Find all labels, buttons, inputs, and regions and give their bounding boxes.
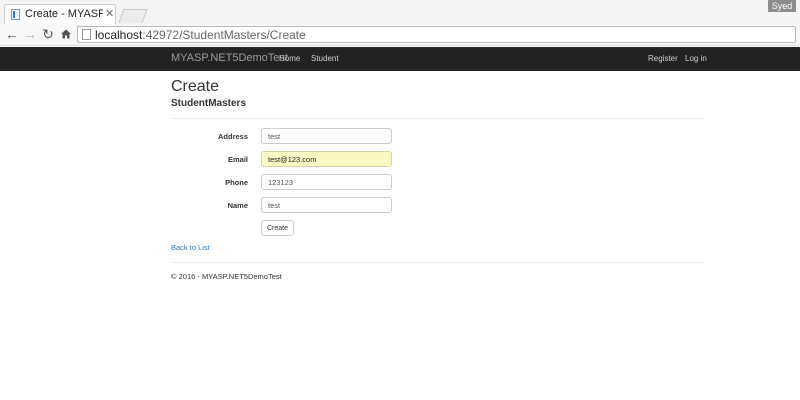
browser-toolbar: ← → ↻ localhost:42972/StudentMasters/Cre… (0, 24, 800, 46)
back-arrow-icon[interactable]: ← (4, 26, 20, 42)
footer-text: © 2016 - MYASP.NET5DemoTest (171, 272, 282, 281)
browser-tabstrip: Create - MYASP.NET ✕ Syed (0, 0, 800, 24)
phone-field[interactable] (261, 174, 392, 190)
email-field[interactable] (261, 151, 392, 167)
address-label: Address (217, 132, 248, 141)
create-button[interactable]: Create (261, 220, 294, 236)
nav-link-student[interactable]: Student (311, 54, 339, 63)
navbar-brand[interactable]: MYASP.NET5DemoTest (171, 52, 288, 64)
page-title: Create (171, 78, 220, 95)
tab-title: Create - MYASP.NET (25, 8, 103, 20)
page-subtitle: StudentMasters (171, 98, 247, 109)
profile-badge[interactable]: Syed (768, 0, 796, 12)
new-tab-button[interactable] (118, 9, 148, 23)
name-label: Name (227, 201, 248, 210)
address-bar[interactable]: localhost:42972/StudentMasters/Create (77, 26, 796, 43)
nav-link-login[interactable]: Log in (685, 54, 707, 63)
forward-arrow-icon[interactable]: → (22, 26, 38, 42)
reload-icon[interactable]: ↻ (40, 26, 56, 42)
home-icon[interactable] (58, 26, 74, 42)
back-to-list-link[interactable]: Back to List (171, 243, 210, 252)
page-icon (82, 29, 91, 40)
footer-divider (171, 262, 704, 263)
site-navbar: MYASP.NET5DemoTest Home Student Register… (0, 47, 800, 71)
browser-tab[interactable]: Create - MYASP.NET ✕ (4, 4, 116, 24)
nav-link-home[interactable]: Home (279, 54, 300, 63)
name-field[interactable] (261, 197, 392, 213)
tab-close-icon[interactable]: ✕ (105, 7, 114, 21)
phone-label: Phone (225, 178, 248, 187)
email-label: Email (227, 155, 248, 164)
divider (171, 118, 704, 119)
page-favicon-icon (11, 9, 20, 20)
address-url: localhost:42972/StudentMasters/Create (95, 28, 306, 42)
address-field[interactable] (261, 128, 392, 144)
nav-link-register[interactable]: Register (648, 54, 678, 63)
